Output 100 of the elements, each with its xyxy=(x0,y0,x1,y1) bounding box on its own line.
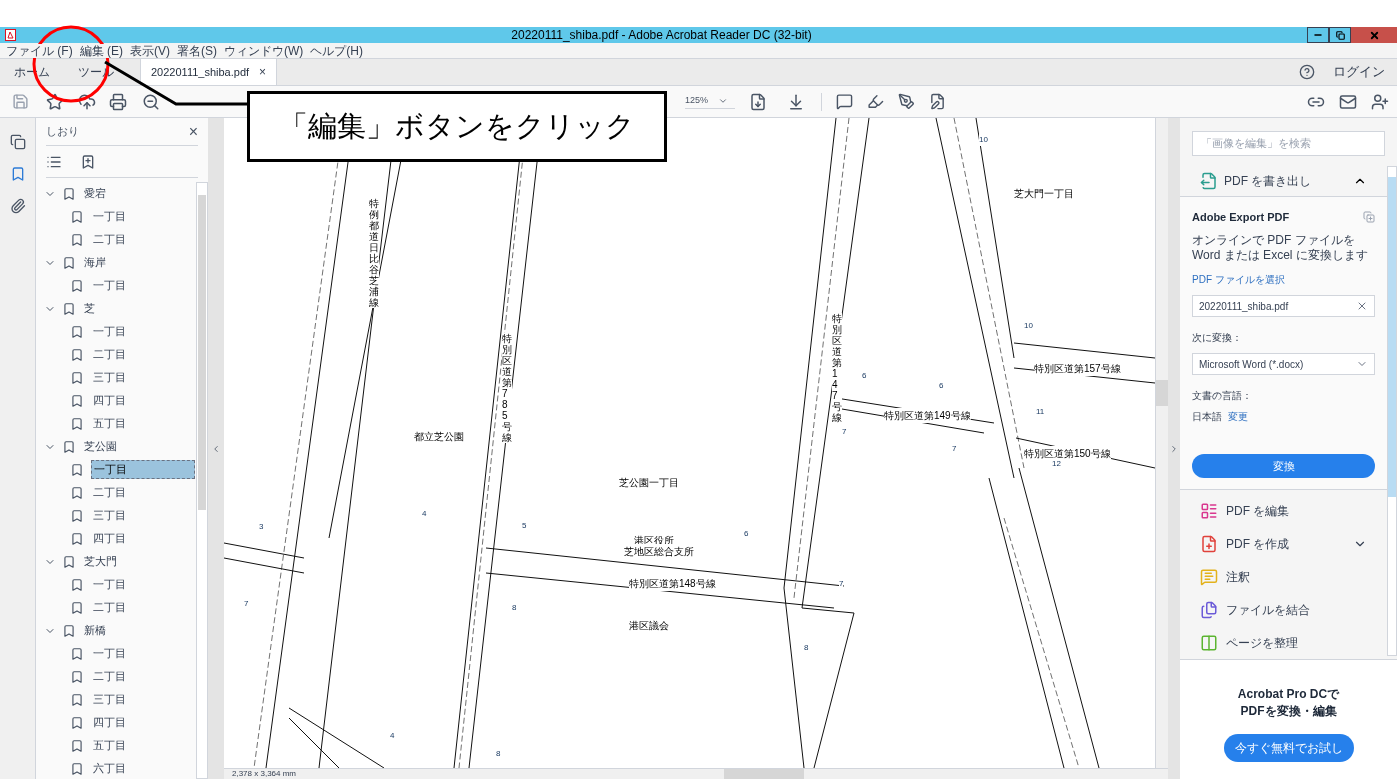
convert-label: 次に変換： xyxy=(1192,331,1243,346)
lot-number: 10 xyxy=(979,134,988,146)
bookmark-item[interactable]: 二丁目 xyxy=(91,599,128,616)
menu-item[interactable]: 表示(V) xyxy=(130,43,170,58)
comment-icon[interactable] xyxy=(836,93,853,110)
cloud-upload-icon[interactable] xyxy=(78,92,96,111)
star-icon[interactable] xyxy=(46,92,64,111)
panel-close-button[interactable]: × xyxy=(188,119,198,144)
bookmark-item[interactable]: 一丁目 xyxy=(91,208,128,225)
tool-item[interactable]: 注釈 xyxy=(1180,560,1387,593)
pdf-app-icon xyxy=(5,29,16,41)
map-label: 芝公園一丁目 xyxy=(619,475,679,490)
menu-item[interactable]: ウィンドウ(W) xyxy=(224,43,304,58)
bookmark-icon xyxy=(70,715,84,730)
convert-button[interactable]: 変換 xyxy=(1192,454,1375,479)
bookmark-item[interactable]: 二丁目 xyxy=(91,484,128,501)
zoom-field[interactable]: 125% xyxy=(685,94,735,109)
language-label: 文書の言語： xyxy=(1192,389,1253,404)
bookmark-item[interactable]: 一丁目 xyxy=(91,576,128,593)
bookmark-item[interactable]: 三丁目 xyxy=(91,507,128,524)
bookmark-icon xyxy=(62,301,76,316)
bookmark-item[interactable]: 二丁目 xyxy=(91,346,128,363)
bookmark-item[interactable]: 芝 xyxy=(82,300,97,317)
bookmark-item[interactable]: 四丁目 xyxy=(91,530,128,547)
mail-icon[interactable] xyxy=(1339,92,1357,111)
menu-item[interactable]: ヘルプ(H) xyxy=(310,43,363,58)
select-file-link[interactable]: PDF ファイルを選択 xyxy=(1192,272,1375,288)
bookmark-item[interactable]: 二丁目 xyxy=(91,668,128,685)
bookmark-item[interactable]: 五丁目 xyxy=(91,415,128,432)
bookmark-item[interactable]: 一丁目 xyxy=(91,645,128,662)
tab-close-button[interactable]: × xyxy=(259,63,267,81)
map-label: 芝地区総合支所 xyxy=(624,544,694,559)
bookmark-icon xyxy=(62,439,76,454)
tool-item[interactable]: PDF を編集 xyxy=(1180,494,1387,527)
add-user-icon[interactable] xyxy=(1371,92,1389,111)
menu-item[interactable]: 編集 (E) xyxy=(79,43,123,58)
menu-item[interactable]: ファイル (F) xyxy=(6,43,73,58)
scrollbar[interactable] xyxy=(1387,165,1397,656)
bookmark-item[interactable]: 海岸 xyxy=(82,254,108,271)
highlighter-icon[interactable] xyxy=(867,93,884,110)
scrollbar[interactable] xyxy=(1155,118,1168,768)
bookmark-item[interactable]: 一丁目 xyxy=(91,323,128,340)
bookmark-item[interactable]: 二丁目 xyxy=(91,231,128,248)
fit-page-icon[interactable] xyxy=(749,92,767,111)
pen-icon[interactable] xyxy=(898,93,915,110)
bookmark-icon xyxy=(70,669,84,684)
bookmark-icon xyxy=(70,462,84,477)
close-button[interactable] xyxy=(1351,27,1397,43)
print-icon[interactable] xyxy=(109,92,127,111)
bookmark-item[interactable]: 三丁目 xyxy=(91,691,128,708)
bookmark-icon xyxy=(70,416,84,431)
menu-item[interactable]: 署名(S) xyxy=(177,43,217,58)
bookmark-item[interactable]: 三丁目 xyxy=(91,369,128,386)
export-pdf-icon xyxy=(1200,171,1218,190)
bookmark-item[interactable]: 愛宕 xyxy=(82,185,108,202)
bookmark-item[interactable]: 五丁目 xyxy=(91,737,128,754)
login-button[interactable]: ログイン xyxy=(1333,59,1397,85)
window-title: 20220111_shiba.pdf - Adobe Acrobat Reader DC (32-bit) xyxy=(510,27,813,44)
bookmark-icon xyxy=(62,255,76,270)
bookmark-item[interactable]: 芝公園 xyxy=(82,438,119,455)
document-tab[interactable]: 20220111_shiba.pdf × xyxy=(140,59,278,85)
tool-item[interactable]: PDF を作成 xyxy=(1180,527,1387,560)
restore-button[interactable] xyxy=(1329,27,1351,43)
scroll-mode-icon[interactable] xyxy=(787,92,805,111)
bookmark-icon xyxy=(62,186,76,201)
language-value: 日本語 xyxy=(1192,410,1222,425)
add-bookmark-icon[interactable] xyxy=(80,153,96,170)
bookmark-item[interactable]: 新橋 xyxy=(82,622,108,639)
format-dropdown[interactable]: Microsoft Word (*.docx) xyxy=(1192,353,1375,376)
bookmark-icon xyxy=(70,347,84,362)
close-icon xyxy=(1368,29,1380,41)
fill-sign-icon[interactable] xyxy=(929,93,946,110)
help-icon[interactable] xyxy=(1299,64,1315,80)
minimize-button[interactable] xyxy=(1307,27,1329,43)
change-link[interactable]: 変更 xyxy=(1228,409,1248,425)
map-label: 港区議会 xyxy=(629,618,669,633)
zoom-out-icon[interactable] xyxy=(142,92,160,111)
bookmark-item[interactable]: 芝大門 xyxy=(82,553,119,570)
scrollbar[interactable] xyxy=(196,182,208,779)
search-field[interactable]: 「画像を編集」を検索 xyxy=(1192,130,1385,156)
bookmark-icon xyxy=(70,531,84,546)
bookmark-item[interactable]: 四丁目 xyxy=(91,392,128,409)
paperclip-icon[interactable] xyxy=(9,198,26,214)
bookmark-icon xyxy=(70,232,84,247)
map-label: 特別区道第148号線 xyxy=(629,576,716,591)
bookmark-item[interactable]: 一丁目 xyxy=(91,277,128,294)
tool-item[interactable]: ページを整理 xyxy=(1180,626,1387,659)
pages-icon[interactable] xyxy=(9,134,26,150)
file-field[interactable]: 20220111_shiba.pdf xyxy=(1192,295,1375,318)
bookmark-item[interactable]: 四丁目 xyxy=(91,714,128,731)
callout-text: 「編集」ボタンをクリック xyxy=(279,108,635,144)
bookmark-icon xyxy=(70,278,84,293)
caret-icon xyxy=(718,96,729,106)
bookmark-item[interactable]: 六丁目 xyxy=(91,760,128,777)
trial-button[interactable]: 今すぐ無料でお試し xyxy=(1223,734,1354,762)
bookmark-icon xyxy=(70,370,84,385)
restore-icon xyxy=(1335,30,1345,40)
road-label: 特別区道第785号線 xyxy=(502,333,512,443)
tool-item[interactable]: ファイルを結合 xyxy=(1180,593,1387,626)
bookmark-item[interactable]: 一丁目 xyxy=(91,460,195,479)
